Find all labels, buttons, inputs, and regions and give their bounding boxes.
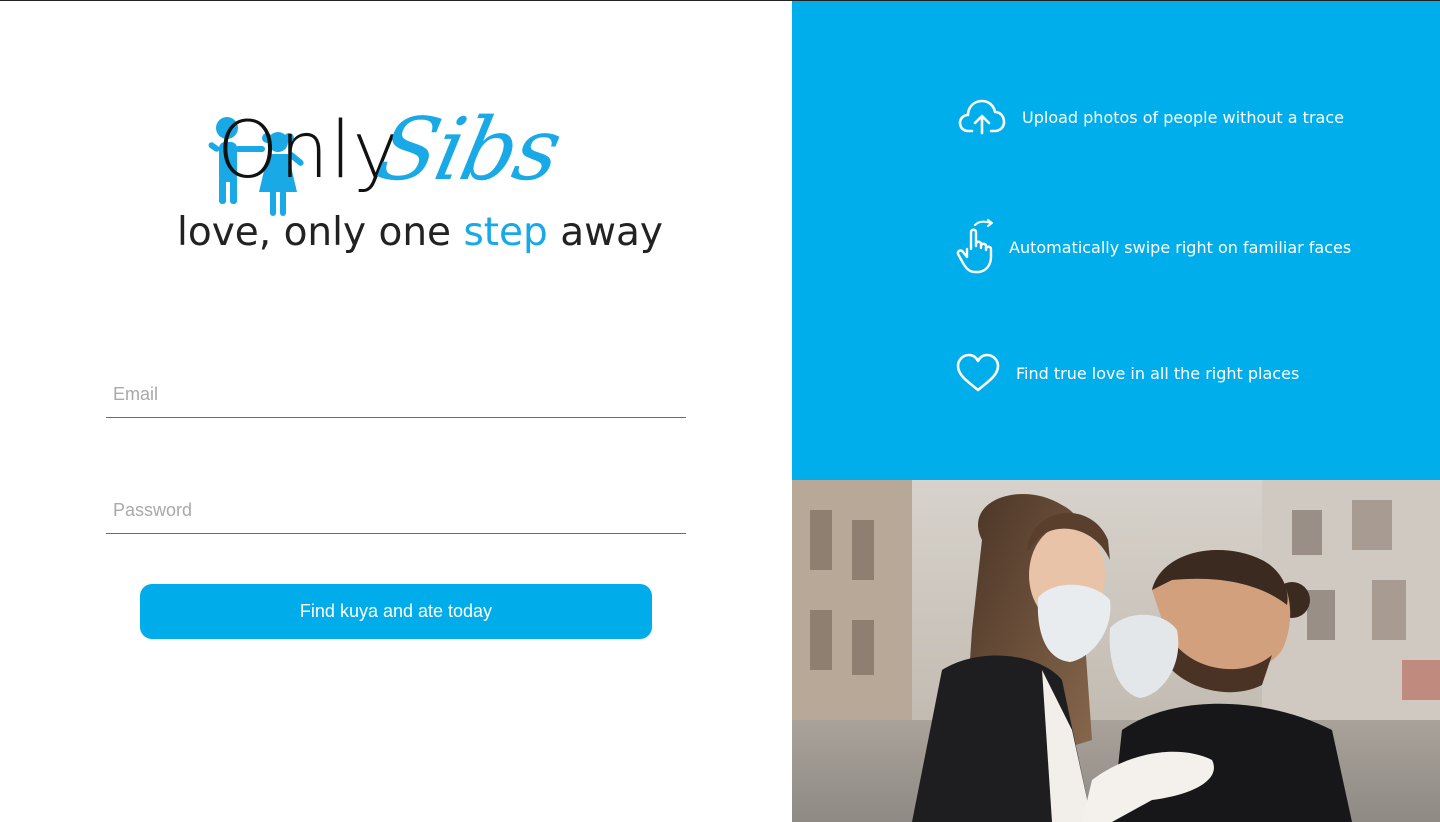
- swipe-hand-icon: [956, 219, 993, 274]
- password-field: [106, 483, 686, 534]
- cloud-upload-icon: [958, 99, 1006, 135]
- tagline-end: away: [547, 210, 663, 255]
- logo-tagline: love, only one step away: [177, 210, 663, 256]
- email-field: [106, 367, 686, 418]
- feature-item-upload: Upload photos of people without a trace: [958, 97, 1344, 137]
- feature-item-love: Find true love in all the right places: [956, 353, 1299, 393]
- features-panel: Upload photos of people without a trace …: [792, 1, 1440, 480]
- find-kuya-button[interactable]: Find kuya and ate today: [140, 584, 652, 639]
- feature-item-swipe: Automatically swipe right on familiar fa…: [955, 219, 1351, 275]
- heart-icon: [956, 353, 1000, 392]
- feature-text-swipe: Automatically swipe right on familiar fa…: [1009, 237, 1352, 257]
- feature-text-love: Find true love in all the right places: [1016, 363, 1300, 383]
- logo-wordmark-sibs: Sibs: [369, 100, 569, 200]
- tagline-accent: step: [463, 210, 548, 255]
- tagline-start: love, only one: [177, 210, 464, 255]
- onlysibs-logo: Only Sibs love, only one step away: [175, 100, 663, 266]
- couple-photo-illustration: [792, 480, 1440, 822]
- couple-photo: [792, 480, 1440, 822]
- email-input[interactable]: [111, 373, 685, 415]
- login-panel: Only Sibs love, only one step away Find …: [0, 1, 792, 822]
- password-input[interactable]: [111, 489, 685, 531]
- feature-text-upload: Upload photos of people without a trace: [1022, 107, 1344, 127]
